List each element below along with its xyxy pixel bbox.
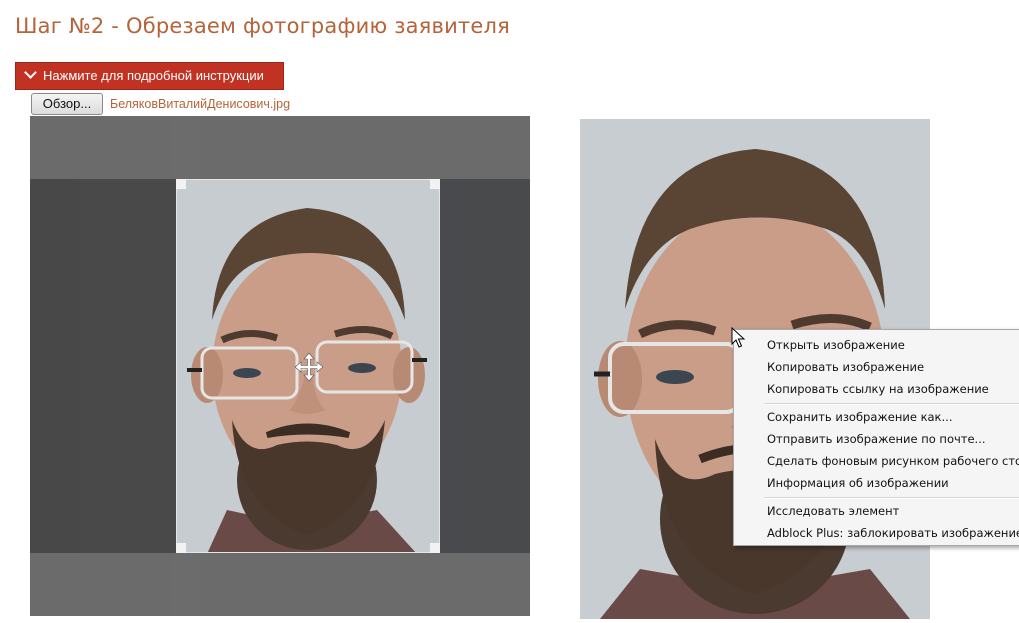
menu-item-open-image[interactable]: Открыть изображение: [767, 336, 905, 354]
cursor-arrow-icon: [731, 327, 745, 348]
crop-handle-top-right[interactable]: [430, 179, 440, 189]
instructions-toggle-button[interactable]: Нажмите для подробной инструкции: [15, 62, 284, 90]
crop-selection[interactable]: [176, 179, 440, 553]
page-title: Шаг №2 - Обрезаем фотографию заявителя: [15, 14, 510, 38]
menu-item-save-image-as[interactable]: Сохранить изображение как...: [767, 408, 952, 426]
menu-item-set-desktop-background[interactable]: Сделать фоновым рисунком рабочего стола.…: [767, 452, 1019, 470]
menu-item-image-info[interactable]: Информация об изображении: [767, 474, 949, 492]
browse-button[interactable]: Обзор...: [31, 93, 103, 115]
menu-item-inspect-element[interactable]: Исследовать элемент: [767, 502, 899, 520]
menu-separator: [764, 497, 1019, 499]
selected-file-name: БеляковВиталийДенисович.jpg: [110, 97, 291, 111]
chevron-down-icon: [24, 66, 37, 79]
move-icon: [294, 352, 324, 382]
crop-handle-top-left[interactable]: [176, 179, 186, 189]
menu-item-copy-image-link[interactable]: Копировать ссылку на изображение: [767, 380, 989, 398]
crop-overlay-left: [30, 179, 176, 553]
instructions-button-label: Нажмите для подробной инструкции: [43, 68, 264, 83]
crop-overlay-right: [440, 179, 530, 553]
menu-item-adblock-block-image[interactable]: Adblock Plus: заблокировать изображение.…: [767, 524, 1019, 542]
menu-separator: [764, 403, 1019, 405]
crop-overlay-bottom: [30, 553, 530, 616]
crop-handle-bottom-left[interactable]: [176, 543, 186, 553]
menu-item-copy-image[interactable]: Копировать изображение: [767, 358, 924, 376]
crop-overlay-top: [30, 116, 530, 179]
menu-item-email-image[interactable]: Отправить изображение по почте...: [767, 430, 986, 448]
image-context-menu: Открыть изображение Копировать изображен…: [733, 329, 1019, 546]
crop-handle-bottom-right[interactable]: [430, 543, 440, 553]
image-cropper[interactable]: [30, 116, 530, 616]
